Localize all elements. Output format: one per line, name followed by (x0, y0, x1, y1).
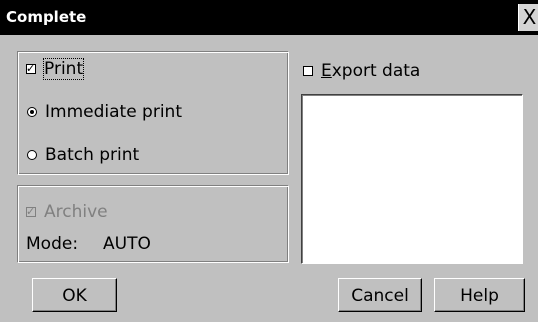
print-label: Print (42, 58, 85, 80)
mode-label: Mode: (26, 234, 79, 254)
cancel-button[interactable]: Cancel (338, 278, 422, 312)
immediate-print-radio[interactable] (27, 107, 37, 117)
close-icon: X (522, 5, 537, 29)
archive-checkbox (26, 207, 36, 217)
export-data-checkbox-row[interactable]: Export data (303, 61, 420, 81)
immediate-print-label: Immediate print (45, 102, 182, 122)
mode-value: AUTO (103, 234, 151, 254)
ok-button-label: OK (62, 286, 87, 306)
print-checkbox[interactable] (26, 64, 36, 74)
help-button-label: Help (460, 286, 499, 306)
print-checkbox-row[interactable]: Print (26, 58, 85, 80)
close-button[interactable]: X (518, 4, 538, 31)
window-title: Complete (6, 8, 87, 26)
batch-print-radio-row[interactable]: Batch print (27, 145, 139, 165)
immediate-print-radio-row[interactable]: Immediate print (27, 102, 182, 122)
archive-checkbox-row: Archive (26, 202, 108, 222)
cancel-button-label: Cancel (351, 286, 409, 306)
batch-print-label: Batch print (45, 145, 140, 165)
batch-print-radio[interactable] (27, 150, 37, 160)
archive-label: Archive (44, 202, 108, 222)
help-button[interactable]: Help (434, 278, 525, 312)
export-list[interactable] (301, 94, 523, 264)
export-data-label: Export data (321, 61, 421, 81)
title-bar: Complete X (0, 0, 538, 35)
export-data-checkbox[interactable] (303, 66, 313, 76)
ok-button[interactable]: OK (32, 278, 117, 312)
